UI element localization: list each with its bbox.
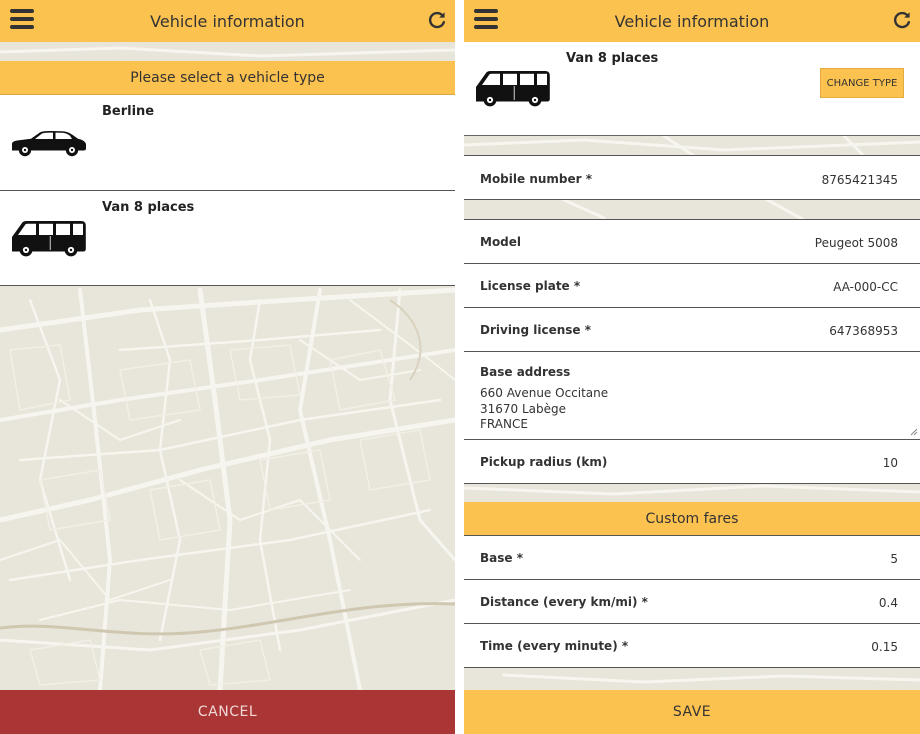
cancel-button[interactable]: CANCEL (0, 690, 455, 734)
field-label: Model (480, 235, 522, 249)
time-fare-field[interactable]: Time (every minute) * 0.15 (464, 623, 920, 668)
pickup-radius-input[interactable]: 10 (883, 456, 898, 470)
screen-divider (455, 0, 464, 734)
custom-fares-header: Custom fares (464, 502, 920, 536)
base-fare-field[interactable]: Base * 5 (464, 535, 920, 580)
page-title: Vehicle information (150, 11, 305, 31)
vehicle-type-label: Van 8 places (102, 200, 195, 215)
mobile-number-field[interactable]: Mobile number * 8765421345 (464, 155, 920, 200)
app-header: Vehicle information (464, 0, 920, 42)
refresh-icon[interactable] (427, 10, 447, 30)
distance-fare-field[interactable]: Distance (every km/mi) * 0.4 (464, 579, 920, 624)
vehicle-information-form-screen: Vehicle information Van 8 places CHANGE … (464, 0, 920, 734)
model-input[interactable]: Peugeot 5008 (815, 236, 898, 250)
mobile-number-input[interactable]: 8765421345 (822, 173, 898, 187)
vehicle-type-option-berline[interactable]: Berline (0, 95, 455, 191)
field-label: Driving license * (480, 323, 591, 337)
address-line: FRANCE (480, 417, 528, 431)
license-plate-input[interactable]: AA-000-CC (833, 280, 898, 294)
van-icon (476, 71, 550, 107)
sedan-car-icon (12, 131, 86, 157)
page-title: Vehicle information (614, 11, 770, 31)
vehicle-type-label: Berline (102, 104, 155, 119)
change-type-button[interactable]: CHANGE TYPE (820, 68, 904, 98)
model-field[interactable]: Model Peugeot 5008 (464, 219, 920, 264)
van-icon (12, 221, 86, 257)
field-label: Base * (480, 551, 523, 565)
app-header: Vehicle information (0, 0, 455, 42)
base-address-field[interactable]: Base address 660 Avenue Occitane 31670 L… (464, 351, 920, 440)
field-label: License plate * (480, 279, 581, 293)
selected-vehicle-label: Van 8 places (566, 51, 659, 66)
driving-license-field[interactable]: Driving license * 647368953 (464, 307, 920, 352)
address-line: 660 Avenue Occitane (480, 386, 609, 400)
driving-license-input[interactable]: 647368953 (829, 324, 898, 338)
textarea-resize-handle[interactable] (910, 428, 918, 436)
vehicle-type-selection-screen: Vehicle information Please select a vehi… (0, 0, 455, 734)
pickup-radius-field[interactable]: Pickup radius (km) 10 (464, 439, 920, 484)
vehicle-type-prompt: Please select a vehicle type (0, 61, 455, 95)
field-label: Base address (480, 365, 571, 379)
menu-icon[interactable] (474, 9, 498, 31)
menu-icon[interactable] (10, 9, 34, 31)
time-fare-input[interactable]: 0.15 (871, 640, 898, 654)
base-address-textarea[interactable]: 660 Avenue Occitane 31670 Labège FRANCE (480, 386, 608, 433)
save-button[interactable]: SAVE (464, 690, 920, 734)
distance-fare-input[interactable]: 0.4 (879, 596, 898, 610)
refresh-icon[interactable] (892, 10, 912, 30)
license-plate-field[interactable]: License plate * AA-000-CC (464, 263, 920, 308)
field-label: Pickup radius (km) (480, 455, 608, 469)
field-label: Distance (every km/mi) * (480, 595, 648, 609)
field-label: Time (every minute) * (480, 639, 629, 653)
base-fare-input[interactable]: 5 (890, 552, 898, 566)
field-label: Mobile number * (480, 172, 593, 186)
selected-vehicle-card: Van 8 places CHANGE TYPE (464, 42, 920, 136)
vehicle-type-option-van[interactable]: Van 8 places (0, 191, 455, 286)
address-line: 31670 Labège (480, 401, 567, 416)
